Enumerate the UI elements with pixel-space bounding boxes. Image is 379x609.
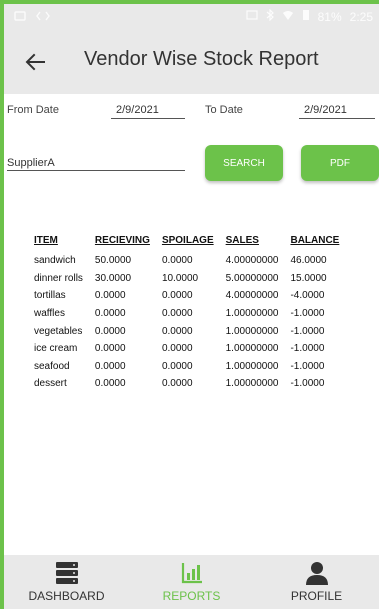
nav-reports-label: REPORTS xyxy=(162,589,221,603)
cell-balance: -1.0000 xyxy=(290,378,325,390)
cell-spoilage: 0.0000 xyxy=(161,308,193,320)
status-bar: 81% 2:25 xyxy=(4,4,379,30)
battery-icon xyxy=(302,9,310,24)
cell-spoilage: 0.0000 xyxy=(161,343,193,355)
cell-recieving: 0.0000 xyxy=(94,378,126,390)
from-date-underline xyxy=(111,118,185,119)
cell-spoilage: 0.0000 xyxy=(161,378,193,390)
bluetooth-icon xyxy=(266,8,274,24)
cell-balance: 46.0000 xyxy=(290,255,327,267)
cell-sales: 1.00000000 xyxy=(225,343,279,355)
column-header-recieving: RECIEVING xyxy=(94,234,150,246)
cell-sales: 1.00000000 xyxy=(225,325,279,337)
nav-reports[interactable]: REPORTS xyxy=(129,555,254,609)
cell-item: sandwich xyxy=(34,255,76,267)
from-date-label: From Date xyxy=(7,104,59,116)
cell-balance: -1.0000 xyxy=(290,360,325,372)
status-right-icons: 81% 2:25 xyxy=(246,8,373,24)
cell-spoilage: 0.0000 xyxy=(161,325,193,337)
table-header-row: ITEM RECIEVING SPOILAGE SALES BALANCE xyxy=(28,232,345,252)
cell-spoilage: 10.0000 xyxy=(161,272,199,284)
bar-chart-icon xyxy=(180,561,204,590)
cell-recieving: 0.0000 xyxy=(94,343,126,355)
cell-recieving: 0.0000 xyxy=(94,290,126,302)
pdf-button[interactable]: PDF xyxy=(301,145,379,181)
server-stack-icon xyxy=(54,561,80,590)
notification-icon xyxy=(14,10,26,25)
page-title: Vendor Wise Stock Report xyxy=(84,48,319,70)
table-row: dessert 0.0000 0.0000 1.00000000 -1.0000 xyxy=(28,375,345,393)
table-row: sandwich 50.0000 0.0000 4.00000000 46.00… xyxy=(28,252,345,270)
arrow-left-icon[interactable] xyxy=(22,48,50,76)
column-header-item: ITEM xyxy=(34,234,58,246)
code-icon xyxy=(36,10,50,25)
to-date-field[interactable]: 2/9/2021 xyxy=(304,104,347,116)
to-date-label: To Date xyxy=(205,104,243,116)
nav-dashboard-label: DASHBOARD xyxy=(28,589,105,603)
cell-recieving: 0.0000 xyxy=(94,325,126,337)
cell-balance: -1.0000 xyxy=(290,308,325,320)
to-date-underline xyxy=(299,118,375,119)
cell-sales: 1.00000000 xyxy=(225,360,279,372)
bottom-navigation: DASHBOARD REPORTS PROFILE xyxy=(4,555,379,609)
app-bar: Vendor Wise Stock Report xyxy=(4,30,379,94)
supplier-field[interactable]: SupplierA xyxy=(7,157,55,169)
stock-report-table: ITEM RECIEVING SPOILAGE SALES BALANCE sa… xyxy=(28,232,345,393)
cell-balance: -1.0000 xyxy=(290,343,325,355)
nav-profile[interactable]: PROFILE xyxy=(254,555,379,609)
cell-recieving: 0.0000 xyxy=(94,360,126,372)
table-row: vegetables 0.0000 0.0000 1.00000000 -1.0… xyxy=(28,322,345,340)
table-row: tortillas 0.0000 0.0000 4.00000000 -4.00… xyxy=(28,287,345,305)
cell-recieving: 30.0000 xyxy=(94,272,132,284)
status-left-icons xyxy=(14,10,50,25)
nav-dashboard[interactable]: DASHBOARD xyxy=(4,555,129,609)
cell-sales: 4.00000000 xyxy=(225,290,279,302)
column-header-sales: SALES xyxy=(225,234,259,246)
cell-balance: -1.0000 xyxy=(290,325,325,337)
column-header-spoilage: SPOILAGE xyxy=(161,234,214,246)
cell-spoilage: 0.0000 xyxy=(161,360,193,372)
cell-item: ice cream xyxy=(34,343,78,355)
from-date-field[interactable]: 2/9/2021 xyxy=(116,104,159,116)
cell-sales: 5.00000000 xyxy=(225,272,279,284)
cell-item: vegetables xyxy=(34,325,83,337)
cell-recieving: 50.0000 xyxy=(94,255,132,267)
battery-percent: 81% xyxy=(317,9,342,24)
cell-sales: 1.00000000 xyxy=(225,378,279,390)
supplier-underline xyxy=(7,170,185,171)
nav-profile-label: PROFILE xyxy=(290,589,343,603)
cell-item: tortillas xyxy=(34,290,66,302)
cell-recieving: 0.0000 xyxy=(94,308,126,320)
person-icon xyxy=(305,561,329,590)
cell-item: dinner rolls xyxy=(34,272,83,284)
cell-balance: 15.0000 xyxy=(290,272,327,284)
wifi-icon xyxy=(282,9,294,24)
cell-item: waffles xyxy=(34,308,65,320)
status-time: 2:25 xyxy=(349,9,373,24)
column-header-balance: BALANCE xyxy=(290,234,340,246)
search-button[interactable]: SEARCH xyxy=(205,145,283,181)
cell-spoilage: 0.0000 xyxy=(161,255,193,267)
cell-sales: 1.00000000 xyxy=(225,308,279,320)
cell-item: seafood xyxy=(34,360,70,372)
cell-balance: -4.0000 xyxy=(290,290,325,302)
cast-icon xyxy=(246,9,258,24)
table-row: seafood 0.0000 0.0000 1.00000000 -1.0000 xyxy=(28,358,345,376)
cell-item: dessert xyxy=(34,378,67,390)
table-row: ice cream 0.0000 0.0000 1.00000000 -1.00… xyxy=(28,340,345,358)
table-row: dinner rolls 30.0000 10.0000 5.00000000 … xyxy=(28,270,345,288)
table-row: waffles 0.0000 0.0000 1.00000000 -1.0000 xyxy=(28,305,345,323)
cell-sales: 4.00000000 xyxy=(225,255,279,267)
cell-spoilage: 0.0000 xyxy=(161,290,193,302)
